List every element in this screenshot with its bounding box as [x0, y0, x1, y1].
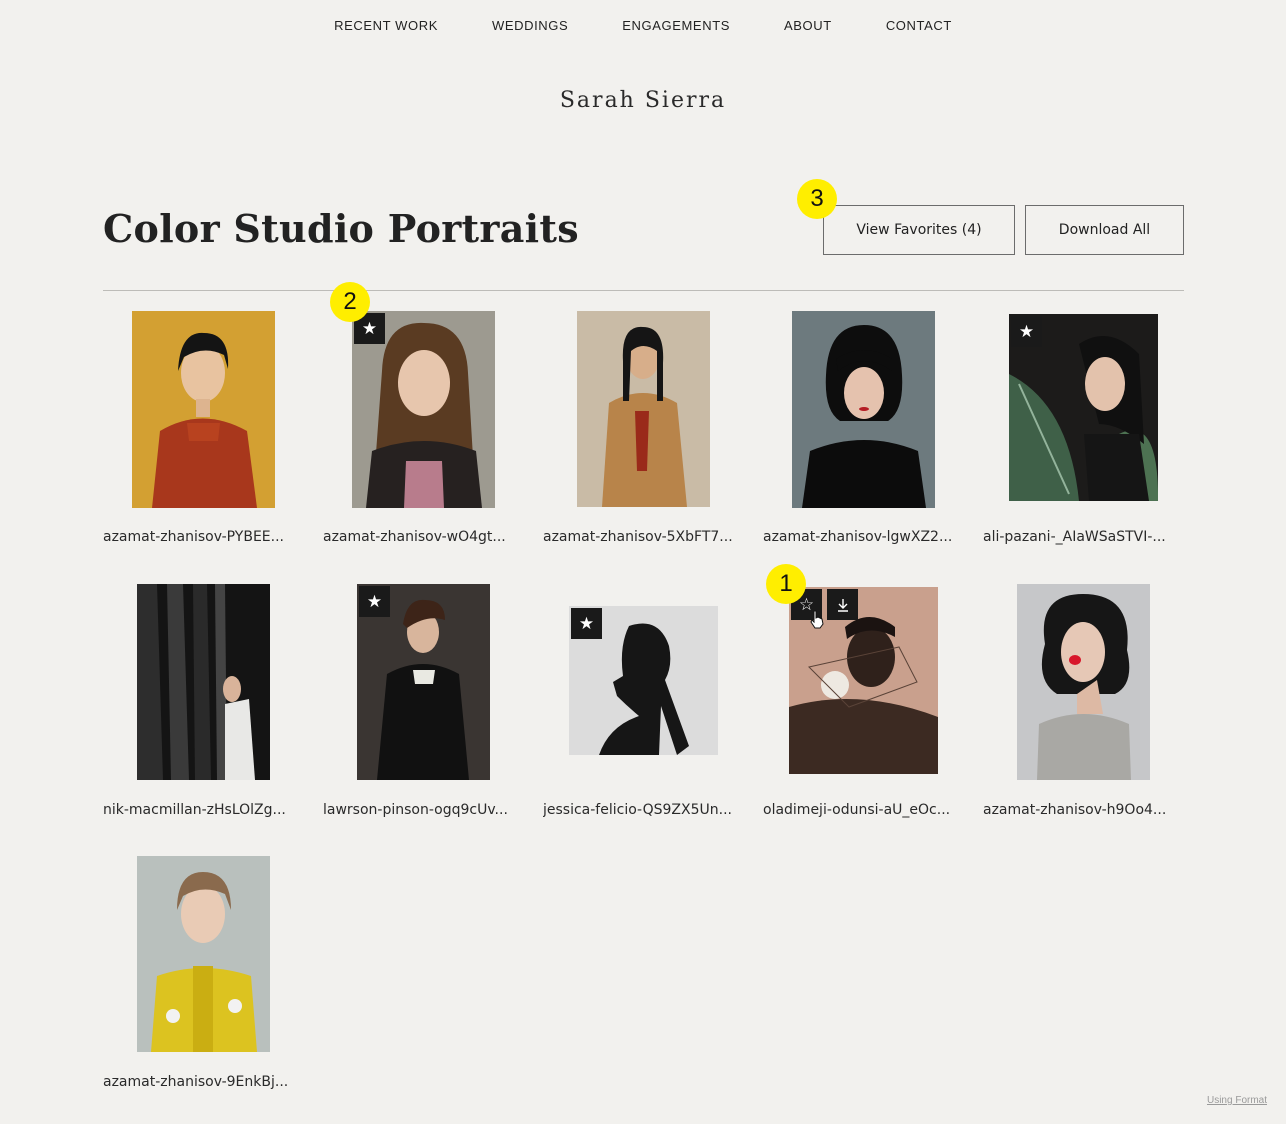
photo-caption: nik-macmillan-zHsLOlZg... [103, 802, 286, 818]
nav-about[interactable]: ABOUT [784, 18, 832, 33]
nav-weddings[interactable]: WEDDINGS [492, 18, 568, 33]
photo-thumbnail[interactable] [132, 311, 275, 508]
photo-caption: azamat-zhanisov-9EnkBj... [103, 1074, 289, 1090]
photo-thumbnail[interactable] [577, 311, 710, 507]
portrait-image [137, 584, 270, 780]
portrait-image [577, 311, 710, 507]
portrait-image [137, 856, 270, 1052]
photo-caption: azamat-zhanisov-wO4gt... [323, 529, 506, 545]
favorite-star-icon[interactable]: ★ [1011, 316, 1042, 347]
annotation-marker-2: 2 [330, 282, 370, 322]
nav-engagements[interactable]: ENGAGEMENTS [622, 18, 730, 33]
download-arrow-icon [837, 598, 848, 612]
footer-link[interactable]: Using Format [1207, 1095, 1267, 1106]
photo-thumbnail[interactable]: ☆ [789, 587, 938, 774]
photo-thumbnail[interactable] [1017, 584, 1150, 780]
photo-thumbnail[interactable] [137, 856, 270, 1052]
photo-caption: lawrson-pinson-ogq9cUv... [323, 802, 508, 818]
photo-thumbnail[interactable]: ★ [357, 584, 490, 780]
gallery-title: Color Studio Portraits [103, 206, 579, 251]
hand-cursor-icon [810, 610, 824, 629]
portrait-image [132, 311, 275, 508]
photo-thumbnail[interactable]: ★ [352, 311, 495, 508]
view-favorites-button[interactable]: View Favorites (4) [823, 205, 1015, 255]
photo-caption: oladimeji-odunsi-aU_eOc... [763, 802, 951, 818]
portrait-image [792, 311, 935, 508]
favorite-star-icon[interactable]: ★ [359, 586, 390, 617]
download-icon[interactable] [827, 589, 858, 620]
photo-caption: jessica-felicio-QS9ZX5Un... [543, 802, 732, 818]
photo-caption: ali-pazani-_AIaWSaSTVI-... [983, 529, 1166, 545]
photo-caption: azamat-zhanisov-5XbFT7... [543, 529, 733, 545]
photo-thumbnail[interactable]: ★ [569, 606, 718, 755]
annotation-marker-1: 1 [766, 564, 806, 604]
divider [103, 290, 1184, 291]
site-brand[interactable]: Sarah Sierra [0, 88, 1286, 113]
photo-caption: azamat-zhanisov-lgwXZ2... [763, 529, 953, 545]
photo-caption: azamat-zhanisov-PYBEE... [103, 529, 284, 545]
nav-contact[interactable]: CONTACT [886, 18, 952, 33]
nav-recent-work[interactable]: RECENT WORK [334, 18, 438, 33]
photo-thumbnail[interactable] [792, 311, 935, 508]
annotation-marker-3: 3 [797, 179, 837, 219]
favorite-star-icon[interactable]: ★ [571, 608, 602, 639]
photo-thumbnail[interactable] [137, 584, 270, 780]
top-nav: RECENT WORK WEDDINGS ENGAGEMENTS ABOUT C… [0, 18, 1286, 33]
download-all-button[interactable]: Download All [1025, 205, 1184, 255]
photo-caption: azamat-zhanisov-h9Oo4... [983, 802, 1167, 818]
portrait-image [1017, 584, 1150, 780]
photo-thumbnail[interactable]: ★ [1009, 314, 1158, 501]
